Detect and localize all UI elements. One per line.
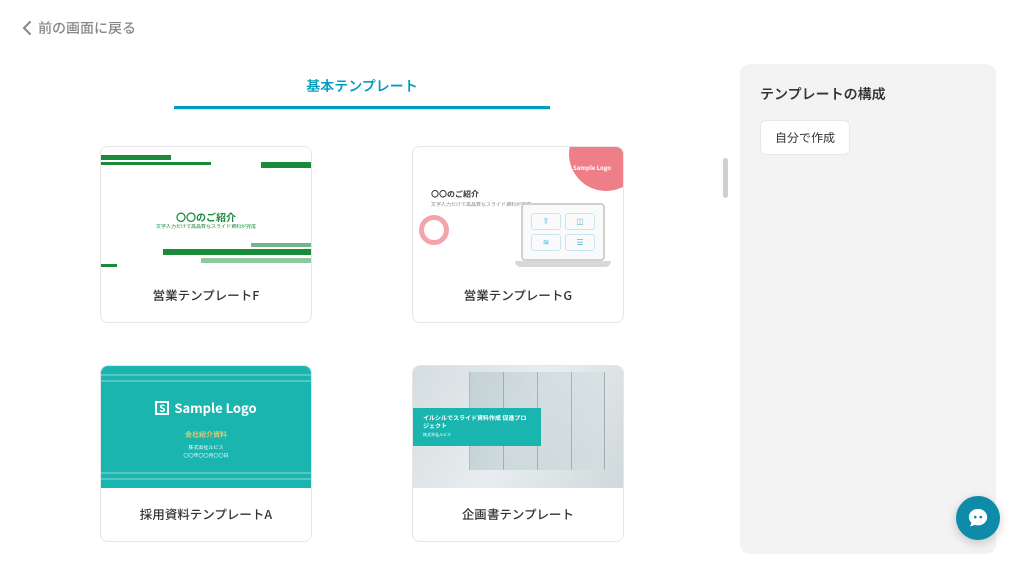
chat-button[interactable] xyxy=(956,496,1000,540)
template-thumbnail: S Sample Logo 会社紹介資料 株式会社ルビス 〇〇年〇〇月〇〇日 xyxy=(101,366,311,488)
thumb-sub1: 株式会社ルビス xyxy=(101,444,311,451)
template-thumbnail: イルシルでスライド資料作成 促進プロジェクト 株式会社ルビス xyxy=(413,366,623,488)
graph-icon: ≋ xyxy=(531,234,561,251)
list-icon: ☰ xyxy=(565,234,595,251)
thumb-sub2: 〇〇年〇〇月〇〇日 xyxy=(101,452,311,459)
thumb-bar-sub: 株式会社ルビス xyxy=(423,432,531,438)
chart-icon: ⫪ xyxy=(531,213,561,230)
thumb-mid: 会社紹介資料 xyxy=(101,430,311,440)
tab-header: 基本テンプレート xyxy=(0,66,724,110)
thumb-headline: 〇〇のご紹介 xyxy=(101,209,311,224)
thumb-headline: 〇〇のご紹介 xyxy=(431,189,479,200)
chevron-left-icon xyxy=(22,21,32,35)
data-icon: ◫ xyxy=(565,213,595,230)
thumb-subline: 文字入力だけで高品質なスライド資料が完成 xyxy=(101,223,311,230)
template-card-proposal[interactable]: イルシルでスライド資料作成 促進プロジェクト 株式会社ルビス 企画書テンプレート xyxy=(412,365,624,542)
thumb-logo: S Sample Logo xyxy=(568,163,611,172)
template-card-recruit-a[interactable]: S Sample Logo 会社紹介資料 株式会社ルビス 〇〇年〇〇月〇〇日 採… xyxy=(100,365,312,542)
template-title: 企画書テンプレート xyxy=(413,488,623,541)
template-card-sales-g[interactable]: S Sample Logo 〇〇のご紹介 文字入力だけで高品質なスライド資料が完… xyxy=(412,146,624,323)
chat-icon xyxy=(967,507,989,529)
scrollbar[interactable] xyxy=(723,158,728,198)
logo-mark-icon: S xyxy=(155,401,169,415)
template-title: 営業テンプレートG xyxy=(413,269,623,322)
sidebar: テンプレートの構成 自分で作成 xyxy=(740,64,996,554)
template-title: 採用資料テンプレートA xyxy=(101,488,311,541)
thumb-logo: S Sample Logo xyxy=(101,398,311,417)
tab-wrap: 基本テンプレート xyxy=(174,66,550,110)
back-link[interactable]: 前の画面に戻る xyxy=(22,18,136,38)
sidebar-title: テンプレートの構成 xyxy=(760,84,976,104)
template-grid: 〇〇のご紹介 文字入力だけで高品質なスライド資料が完成 営業テンプレートF S … xyxy=(0,146,724,542)
template-card-sales-f[interactable]: 〇〇のご紹介 文字入力だけで高品質なスライド資料が完成 営業テンプレートF xyxy=(100,146,312,323)
create-self-button[interactable]: 自分で作成 xyxy=(760,120,850,155)
template-thumbnail: 〇〇のご紹介 文字入力だけで高品質なスライド資料が完成 xyxy=(101,147,311,269)
back-label: 前の画面に戻る xyxy=(38,18,136,38)
template-thumbnail: S Sample Logo 〇〇のご紹介 文字入力だけで高品質なスライド資料が完… xyxy=(413,147,623,269)
main-content: 基本テンプレート 〇〇のご紹介 文字入力だけで高品質なスライド資料が完成 営業テ… xyxy=(0,60,724,562)
tab-basic-templates[interactable]: 基本テンプレート xyxy=(174,66,550,109)
template-title: 営業テンプレートF xyxy=(101,269,311,322)
thumb-bar-title: イルシルでスライド資料作成 促進プロジェクト xyxy=(423,414,531,430)
